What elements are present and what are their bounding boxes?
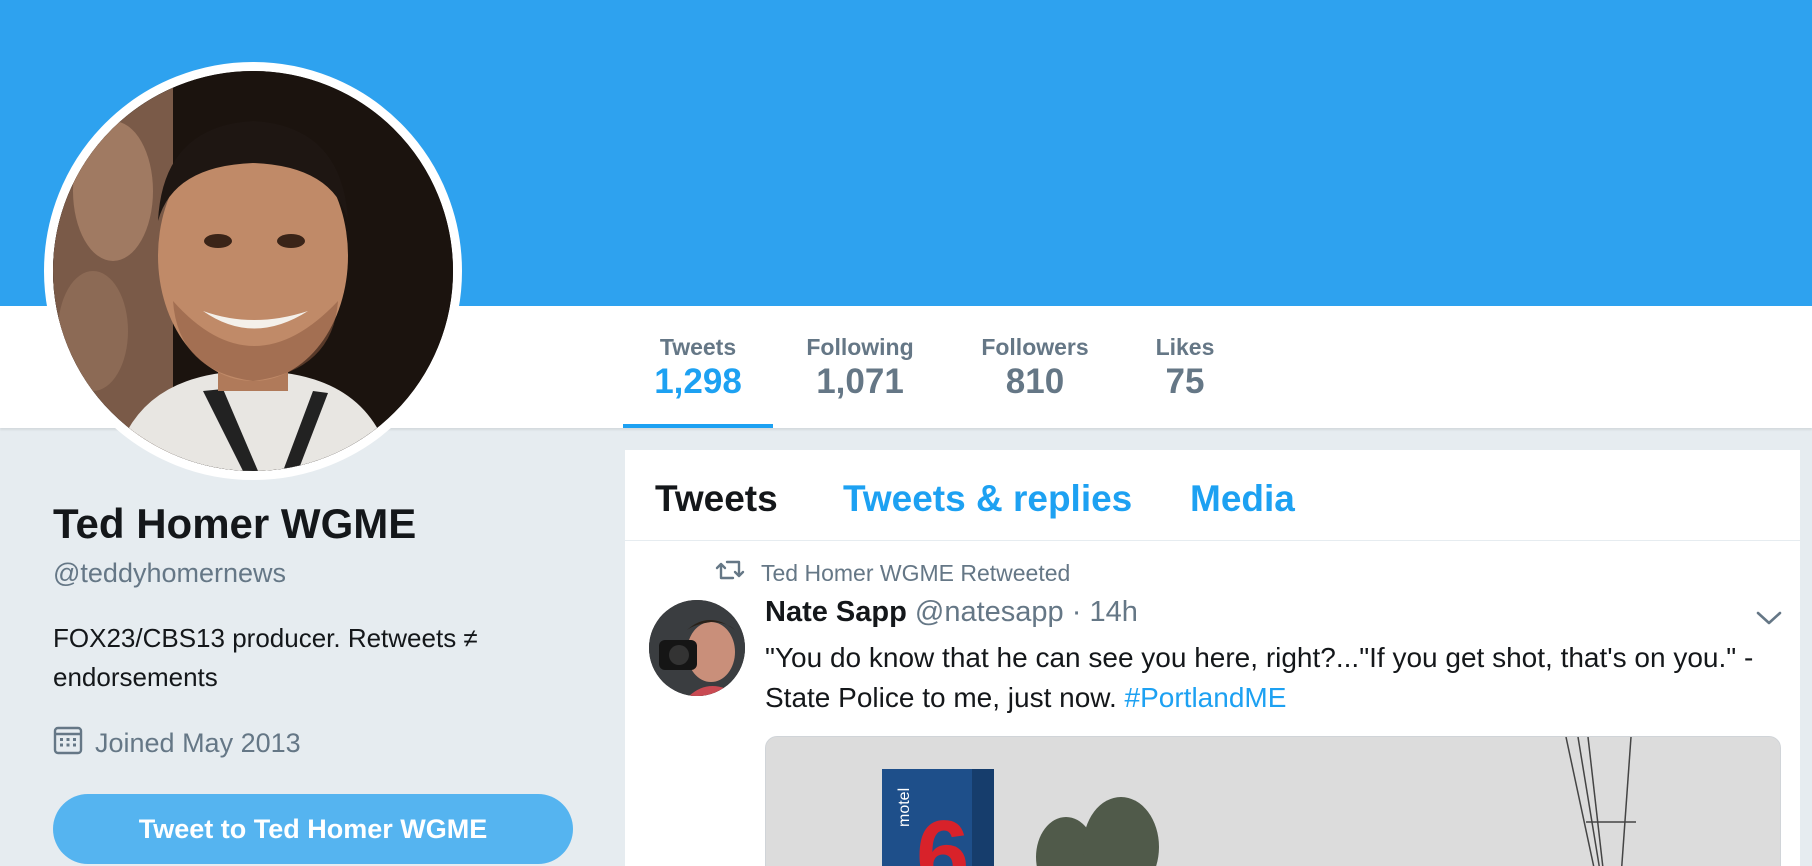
tweet-author-avatar[interactable] [649, 600, 745, 696]
tweet-header: Nate Sapp @natesapp · 14h [765, 596, 1138, 629]
stat-label: Following [806, 334, 914, 360]
profile-avatar[interactable] [44, 62, 462, 480]
stat-value: 810 [1005, 362, 1065, 401]
stat-likes[interactable]: Likes 75 [1135, 306, 1235, 428]
retweet-icon [715, 558, 745, 588]
timeline: Tweets Tweets & replies Media Ted Homer … [625, 450, 1800, 866]
chevron-down-icon[interactable] [1756, 610, 1782, 631]
joined-text: Joined May 2013 [95, 728, 301, 758]
profile-photo-icon [53, 71, 453, 471]
stat-value: 75 [1165, 362, 1205, 401]
stat-label: Tweets [659, 334, 737, 360]
author-photo-icon [649, 600, 745, 696]
stat-label: Likes [1155, 334, 1215, 360]
profile-bio: FOX23/CBS13 producer. Retweets ≠ endorse… [53, 623, 478, 692]
stat-value: 1,298 [654, 362, 742, 401]
tweet-to-button[interactable]: Tweet to Ted Homer WGME [53, 794, 573, 864]
stat-value: 1,071 [816, 362, 904, 401]
tweet-author-handle[interactable]: @natesapp [915, 596, 1064, 628]
tab-tweets-replies[interactable]: Tweets & replies [843, 478, 1132, 520]
media-sign-number: 6 [916, 801, 969, 866]
media-sign-text: motel [896, 788, 913, 827]
tweet-time[interactable]: 14h [1089, 596, 1137, 628]
stat-following[interactable]: Following 1,071 [790, 306, 930, 428]
tab-tweets[interactable]: Tweets [655, 478, 778, 520]
tweet-text: "You do know that he can see you here, r… [765, 638, 1785, 718]
stat-followers[interactable]: Followers 810 [965, 306, 1105, 428]
profile-joined: Joined May 2013 [53, 725, 301, 762]
retweet-context-text[interactable]: Ted Homer WGME Retweeted [761, 560, 1070, 587]
media-photo-icon: motel 6 [766, 737, 1780, 866]
calendar-icon [53, 725, 83, 762]
profile-name[interactable]: Ted Homer WGME [53, 500, 416, 548]
timeline-tabs: Tweets Tweets & replies Media [625, 450, 1800, 541]
tweet-author-name[interactable]: Nate Sapp [765, 596, 907, 628]
tab-media[interactable]: Media [1190, 478, 1295, 520]
profile-handle[interactable]: @teddyhomernews [53, 558, 286, 589]
tweet-media[interactable]: motel 6 [765, 736, 1781, 866]
stat-tweets[interactable]: Tweets 1,298 [623, 306, 773, 428]
tweet-hashtag[interactable]: #PortlandME [1125, 682, 1287, 713]
stat-label: Followers [981, 334, 1089, 360]
tweet-separator: · [1071, 596, 1082, 628]
retweet-context: Ted Homer WGME Retweeted [715, 558, 1070, 588]
